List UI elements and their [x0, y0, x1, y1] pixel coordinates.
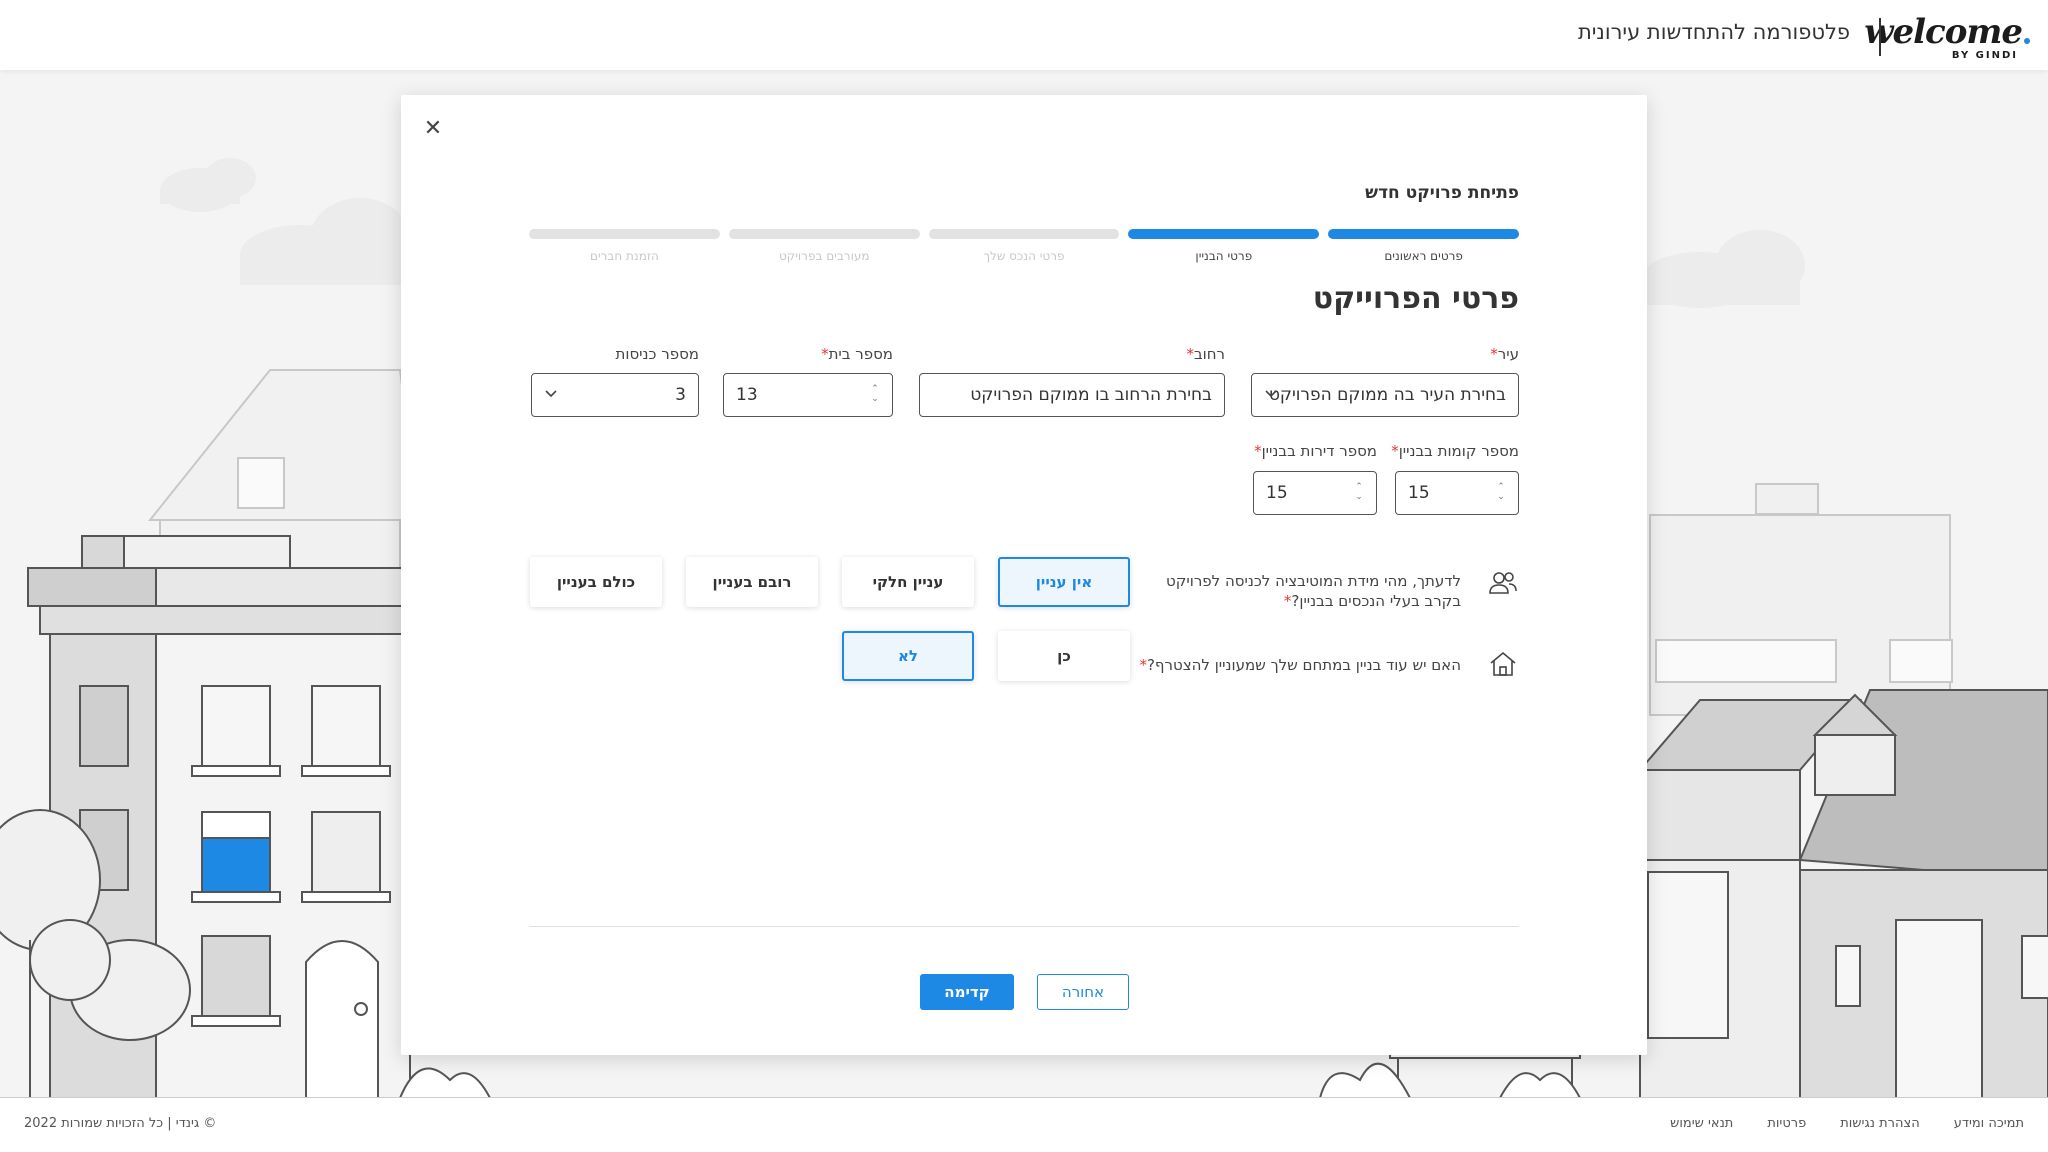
required-mark: * — [1186, 345, 1194, 363]
progress-steps: פרטים ראשונים פרטי הבניין פרטי הנכס שלך … — [529, 229, 1519, 269]
option-label: כן — [1057, 647, 1071, 665]
step-bar — [529, 229, 720, 239]
footer-link-accessibility[interactable]: הצהרת נגישות — [1840, 1116, 1919, 1131]
step-property-details: פרטי הנכס שלך — [928, 229, 1120, 269]
footer-links: תנאי שימוש פרטיות הצהרת נגישות תמיכה ומי… — [1670, 1116, 2024, 1131]
step-bar — [928, 229, 1120, 239]
apartments-label: מספר דירות בבניין* — [1250, 442, 1377, 460]
option-all-interested[interactable]: כולם בעניין — [530, 557, 662, 607]
close-icon[interactable]: ✕ — [423, 118, 443, 140]
entrances-select-value: 3 — [675, 385, 686, 405]
footer-link-terms[interactable]: תנאי שימוש — [1670, 1116, 1733, 1131]
street-label-text: רחוב — [1193, 345, 1225, 363]
required-mark: * — [1391, 442, 1399, 460]
option-partial-interest[interactable]: עניין חלקי — [842, 557, 974, 607]
apartments-stepper[interactable]: 15 ⌃ ⌄ — [1253, 471, 1377, 515]
entrances-label: מספר כניסות — [616, 345, 700, 363]
option-label: רובם בעניין — [712, 573, 792, 591]
house-number-label-text: מספר בית — [828, 345, 893, 363]
motivation-question: לדעתך, מהי מידת המוטיבציה לכניסה לפרויקט… — [1121, 571, 1461, 611]
step-bar — [1128, 229, 1320, 239]
step-label: פרטי הנכס שלך — [983, 249, 1065, 263]
stepper-arrows-icon[interactable]: ⌃ ⌄ — [1354, 482, 1364, 504]
chevron-down-icon — [1265, 390, 1277, 398]
motivation-question-line2: בקרב בעלי הנכסים בבניין? — [1291, 592, 1461, 610]
other-building-question-text: האם יש עוד בניין במתחם שלך שמעוניין להצט… — [1146, 656, 1461, 674]
floors-value: 15 — [1408, 483, 1430, 503]
modal-title: פתיחת פרויקט חדש — [1365, 183, 1519, 203]
city-select[interactable]: בחירת העיר בה ממוקם הפרויקט — [1251, 373, 1519, 417]
stepper-arrows-icon[interactable]: ⌃ ⌄ — [870, 384, 880, 406]
required-mark: * — [1254, 442, 1262, 460]
house-number-stepper[interactable]: 13 ⌃ ⌄ — [723, 373, 893, 417]
back-button[interactable]: אחורה — [1037, 974, 1129, 1010]
new-project-modal: ✕ פתיחת פרויקט חדש פרטים ראשונים פרטי הב… — [401, 95, 1647, 1055]
next-button[interactable]: קדימה — [920, 974, 1014, 1010]
step-label: פרטים ראשונים — [1384, 249, 1463, 263]
step-label: פרטי הבניין — [1195, 249, 1253, 263]
step-label: הזמנת חברים — [589, 249, 659, 263]
required-mark: * — [1139, 656, 1147, 674]
people-icon — [1489, 572, 1517, 594]
header-divider — [1879, 18, 1881, 56]
required-mark: * — [1490, 345, 1498, 363]
option-label: כולם בעניין — [556, 573, 636, 591]
logo-text: welcome — [1864, 12, 2023, 52]
welcome-logo[interactable]: welcome BY GINDI — [1864, 12, 2030, 62]
floors-label: מספר קומות בבניין* — [1387, 442, 1519, 460]
option-label: לא — [898, 647, 918, 665]
house-number-label: מספר בית* — [817, 345, 893, 363]
street-input[interactable]: בחירת הרחוב בו ממוקם הפרויקט — [919, 373, 1225, 417]
footer-link-privacy[interactable]: פרטיות — [1767, 1116, 1806, 1131]
motivation-question-line1: לדעתך, מהי מידת המוטיבציה לכניסה לפרויקט — [1166, 572, 1461, 590]
logo-dot — [2024, 38, 2030, 44]
option-yes[interactable]: כן — [998, 631, 1130, 681]
floors-stepper[interactable]: 15 ⌃ ⌄ — [1395, 471, 1519, 515]
step-bar — [728, 229, 920, 239]
option-no-interest[interactable]: אין עניין — [998, 557, 1130, 607]
city-label-text: עיר — [1497, 345, 1519, 363]
copyright-text: © גינדי | כל הזכויות שמורות 2022 — [24, 1116, 217, 1131]
logo-subtext: BY GINDI — [1951, 50, 2018, 61]
city-label: עיר* — [1486, 345, 1519, 363]
modal-divider — [529, 926, 1519, 927]
option-label: עניין חלקי — [872, 573, 944, 591]
top-header: welcome BY GINDI פלטפורמה להתחדשות עירונ… — [0, 0, 2048, 70]
apartments-value: 15 — [1266, 483, 1288, 503]
floors-label-text: מספר קומות בבניין — [1398, 442, 1519, 460]
step-participants: מעורבים בפרויקט — [728, 229, 920, 269]
option-most-interested[interactable]: רובם בעניין — [686, 557, 818, 607]
section-title: פרטי הפרוייקט — [1312, 281, 1519, 316]
street-input-value: בחירת הרחוב בו ממוקם הפרויקט — [970, 385, 1212, 405]
footer-link-support[interactable]: תמיכה ומידע — [1954, 1116, 2024, 1131]
street-label: רחוב* — [1182, 345, 1225, 363]
home-icon — [1490, 651, 1516, 676]
stepper-arrows-icon[interactable]: ⌃ ⌄ — [1496, 482, 1506, 504]
platform-title: פלטפורמה להתחדשות עירונית — [1577, 20, 1850, 44]
entrances-select[interactable]: 3 — [531, 373, 699, 417]
required-mark: * — [821, 345, 829, 363]
step-first-details: פרטים ראשונים — [1328, 229, 1519, 269]
apartments-label-text: מספר דירות בבניין — [1261, 442, 1377, 460]
option-no[interactable]: לא — [842, 631, 974, 681]
city-select-value: בחירת העיר בה ממוקם הפרויקט — [1268, 385, 1506, 405]
step-label: מעורבים בפרויקט — [778, 249, 870, 263]
chevron-down-icon — [545, 390, 557, 398]
step-bar — [1328, 229, 1519, 239]
house-number-value: 13 — [736, 385, 758, 405]
entrances-label-text: מספר כניסות — [615, 345, 700, 363]
option-label: אין עניין — [1035, 573, 1093, 591]
step-invite-friends: הזמנת חברים — [529, 229, 720, 269]
page-footer: © גינדי | כל הזכויות שמורות 2022 תנאי שי… — [0, 1098, 2048, 1152]
step-building-details: פרטי הבניין — [1128, 229, 1320, 269]
